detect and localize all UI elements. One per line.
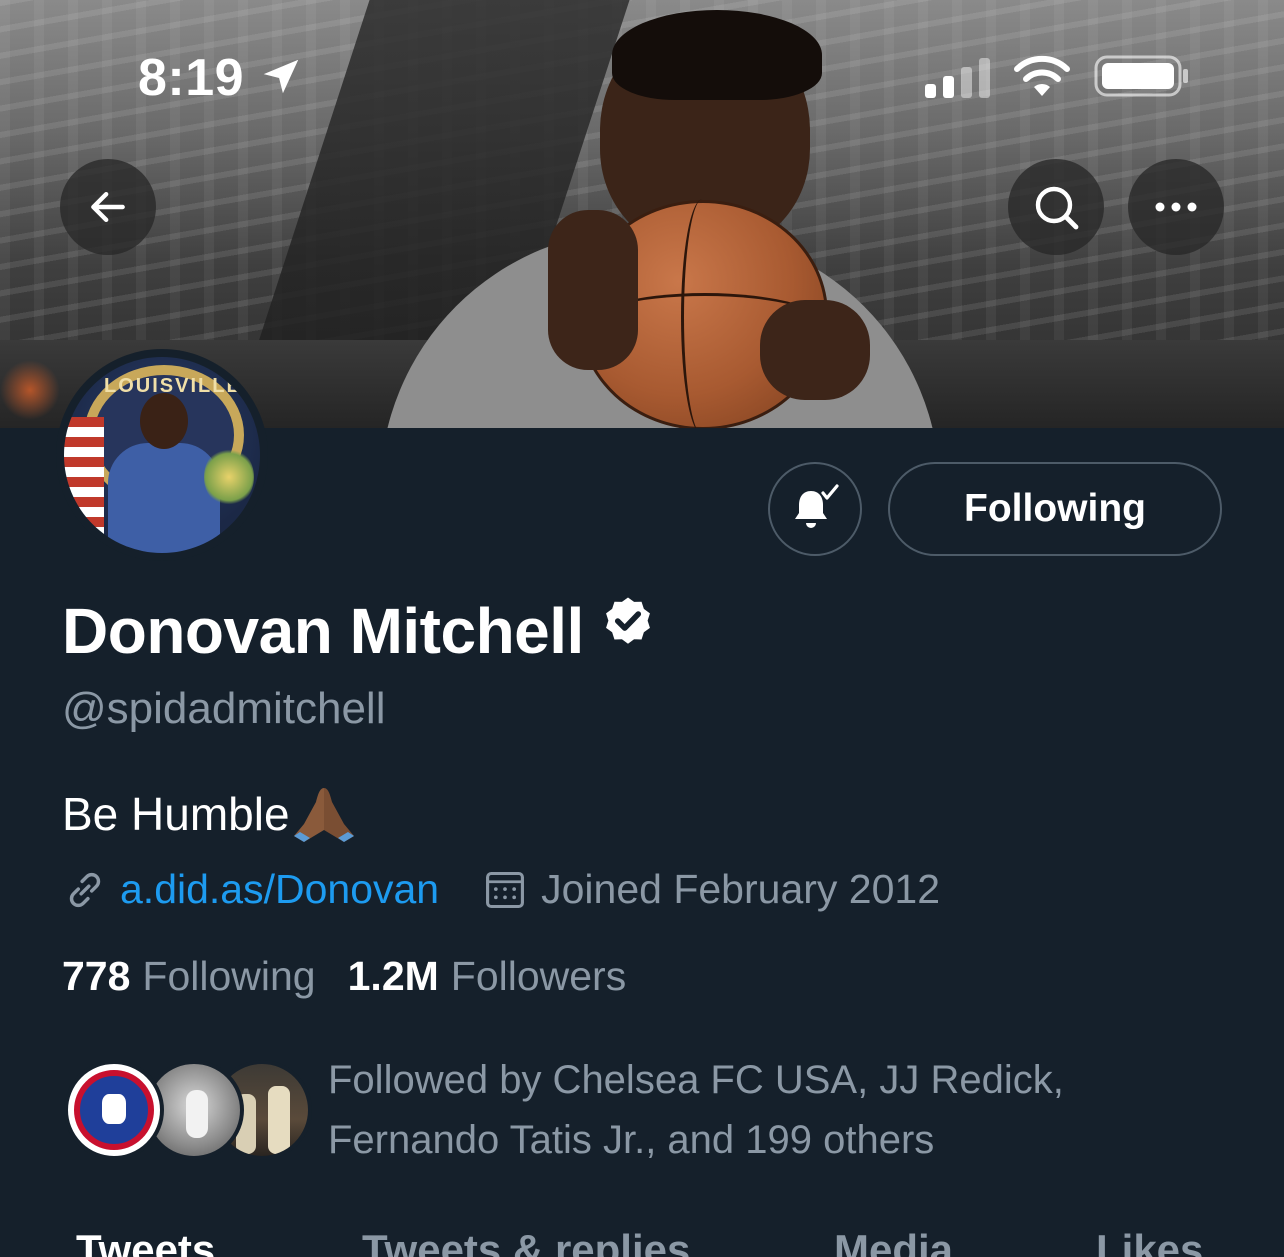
banner-player-hand-right <box>760 300 870 400</box>
followers-label: Followers <box>450 953 627 999</box>
cellular-signal-icon <box>925 58 990 98</box>
profile-stats: 778 Following 1.2M Followers <box>62 953 626 1000</box>
followers-count: 1.2M <box>347 953 439 999</box>
back-button[interactable] <box>60 159 156 255</box>
praying-hands-emoji <box>293 788 354 842</box>
more-button[interactable] <box>1128 159 1224 255</box>
link-icon <box>69 872 101 907</box>
tab-likes[interactable]: Likes <box>1096 1226 1203 1257</box>
status-time: 8:19 <box>138 49 245 107</box>
following-label: Following <box>142 953 316 999</box>
banner-player-hand-left <box>548 210 638 370</box>
profile-name-row: Donovan Mitchell <box>62 594 656 668</box>
joined-date: Joined February 2012 <box>541 866 940 912</box>
mutual-followers-avatars[interactable] <box>64 1060 312 1164</box>
following-stat[interactable]: 778 Following <box>62 953 316 1000</box>
tab-tweets[interactable]: Tweets <box>76 1226 215 1257</box>
battery-icon <box>1094 55 1188 97</box>
profile-meta-row: a.did.as/Donovan Joined February 2012 <box>62 866 940 913</box>
website-link[interactable]: a.did.as/Donovan <box>120 866 439 913</box>
player-figure <box>268 1086 290 1154</box>
profile-handle: @spidadmitchell <box>62 684 386 733</box>
followers-stat[interactable]: 1.2M Followers <box>348 953 627 1000</box>
calendar-icon <box>486 871 525 908</box>
wifi-icon <box>1014 55 1070 96</box>
bio-text: Be Humble <box>62 788 290 840</box>
avatar-person-body <box>108 443 220 553</box>
more-icon <box>1155 202 1197 212</box>
search-button[interactable] <box>1008 159 1104 255</box>
avatar-person-head <box>140 393 188 449</box>
avatar-image: LOUISVILLE <box>64 357 260 553</box>
profile-avatar[interactable]: LOUISVILLE <box>56 349 268 561</box>
avatar-flowers <box>204 447 254 507</box>
verified-badge-icon[interactable] <box>600 594 656 650</box>
profile-tabs: Tweets Tweets & replies Media Likes <box>0 1218 1284 1257</box>
notifications-button[interactable] <box>768 462 862 556</box>
following-button[interactable]: Following <box>888 462 1222 556</box>
chelsea-lion <box>102 1094 126 1124</box>
display-name: Donovan Mitchell <box>62 595 584 667</box>
avatar-flag <box>64 417 104 547</box>
arrow-left-icon <box>91 191 125 223</box>
tab-tweets-replies[interactable]: Tweets & replies <box>362 1226 690 1257</box>
following-count: 778 <box>62 953 131 999</box>
mutual-avatar-chelsea <box>64 1060 164 1160</box>
banner-accent <box>0 360 60 420</box>
followed-by-text[interactable]: Followed by Chelsea FC USA, JJ Redick, F… <box>328 1050 1148 1170</box>
tab-media[interactable]: Media <box>834 1226 953 1257</box>
banner-player-hair <box>612 10 822 100</box>
search-icon <box>1035 186 1079 230</box>
astronaut-figure <box>186 1090 208 1138</box>
location-arrow-icon <box>263 59 299 94</box>
bell-check-icon <box>795 484 839 528</box>
profile-bio: Be Humble <box>62 784 358 844</box>
